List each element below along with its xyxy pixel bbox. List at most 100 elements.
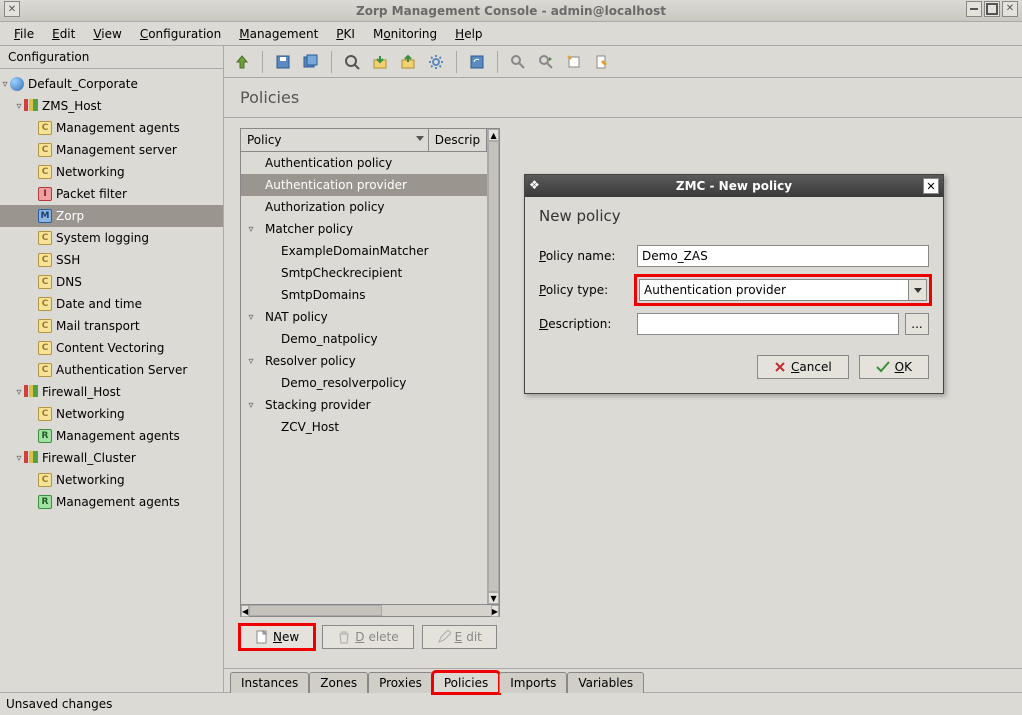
tab-bar: Instances Zones Proxies Policies Imports… bbox=[224, 668, 1022, 692]
settings-icon[interactable] bbox=[424, 50, 448, 74]
policy-item[interactable]: SmtpCheckrecipient bbox=[241, 262, 487, 284]
description-input[interactable] bbox=[637, 313, 899, 335]
module-icon: C bbox=[38, 275, 52, 289]
tree-item[interactable]: CNetworking bbox=[0, 403, 223, 425]
window-menu-icon[interactable] bbox=[4, 1, 20, 17]
wizard-icon[interactable] bbox=[562, 50, 586, 74]
scrollbar-horizontal[interactable]: ◀▶ bbox=[240, 605, 500, 617]
save-all-icon[interactable] bbox=[299, 50, 323, 74]
tab-policies[interactable]: Policies bbox=[433, 672, 499, 693]
description-label: Description: bbox=[539, 317, 631, 331]
policy-group[interactable]: ▿Resolver policy bbox=[241, 350, 487, 372]
menu-monitoring[interactable]: Monitoring bbox=[365, 25, 445, 43]
refresh-icon[interactable] bbox=[465, 50, 489, 74]
tree-item[interactable]: CManagement server bbox=[0, 139, 223, 161]
maximize-icon[interactable] bbox=[984, 1, 1000, 17]
tree-item[interactable]: MZorp bbox=[0, 205, 223, 227]
scrollbar-vertical[interactable]: ▲▼ bbox=[487, 129, 499, 604]
host-icon bbox=[24, 385, 38, 399]
module-icon: C bbox=[38, 165, 52, 179]
find-icon[interactable] bbox=[506, 50, 530, 74]
tree-item[interactable]: CSSH bbox=[0, 249, 223, 271]
page-title: Policies bbox=[224, 78, 1022, 118]
tree-item[interactable]: CNetworking bbox=[0, 161, 223, 183]
policy-name-input[interactable] bbox=[637, 245, 929, 267]
policy-item[interactable]: SmtpDomains bbox=[241, 284, 487, 306]
tree-item[interactable]: CNetworking bbox=[0, 469, 223, 491]
tab-variables[interactable]: Variables bbox=[567, 672, 644, 693]
tree-host[interactable]: ▿Firewall_Host bbox=[0, 381, 223, 403]
policy-item[interactable]: ExampleDomainMatcher bbox=[241, 240, 487, 262]
dialog-close-icon[interactable]: ✕ bbox=[923, 178, 939, 194]
toolbar bbox=[224, 46, 1022, 78]
tab-instances[interactable]: Instances bbox=[230, 672, 309, 693]
edit-page-icon[interactable] bbox=[590, 50, 614, 74]
save-icon[interactable] bbox=[271, 50, 295, 74]
minimize-icon[interactable] bbox=[966, 1, 982, 17]
column-description[interactable]: Descrip bbox=[429, 129, 487, 151]
close-window-icon[interactable] bbox=[1002, 1, 1018, 17]
new-button[interactable]: New bbox=[240, 625, 314, 649]
policy-type-label: Policy type: bbox=[539, 283, 631, 297]
zoom-icon[interactable] bbox=[340, 50, 364, 74]
dialog-titlebar[interactable]: ❖ ZMC - New policy ✕ bbox=[525, 175, 943, 197]
policy-item[interactable]: Demo_resolverpolicy bbox=[241, 372, 487, 394]
menu-view[interactable]: View bbox=[85, 25, 129, 43]
policy-group[interactable]: Authorization policy bbox=[241, 196, 487, 218]
cancel-button[interactable]: Cancel bbox=[757, 355, 849, 379]
tree-item[interactable]: CAuthentication Server bbox=[0, 359, 223, 381]
find-next-icon[interactable] bbox=[534, 50, 558, 74]
description-more-button[interactable]: ... bbox=[905, 313, 929, 335]
tree-item[interactable]: IPacket filter bbox=[0, 183, 223, 205]
menu-file[interactable]: File bbox=[6, 25, 42, 43]
chevron-down-icon[interactable] bbox=[908, 280, 926, 300]
delete-button[interactable]: Delete bbox=[322, 625, 413, 649]
host-icon bbox=[24, 99, 38, 113]
import-icon[interactable] bbox=[368, 50, 392, 74]
tree-root[interactable]: ▿Default_Corporate bbox=[0, 73, 223, 95]
menu-edit[interactable]: Edit bbox=[44, 25, 83, 43]
module-icon: C bbox=[38, 407, 52, 421]
tree-item[interactable]: CDate and time bbox=[0, 293, 223, 315]
policy-group[interactable]: ▿Matcher policy bbox=[241, 218, 487, 240]
sidebar-header: Configuration bbox=[0, 46, 223, 69]
pencil-icon bbox=[437, 630, 451, 644]
window-title: Zorp Management Console - admin@localhos… bbox=[356, 4, 666, 18]
menu-pki[interactable]: PKI bbox=[328, 25, 363, 43]
tree-item[interactable]: CMail transport bbox=[0, 315, 223, 337]
ok-button[interactable]: OK bbox=[859, 355, 929, 379]
tree-item[interactable]: CContent Vectoring bbox=[0, 337, 223, 359]
module-icon: C bbox=[38, 473, 52, 487]
policy-group[interactable]: Authentication provider bbox=[241, 174, 487, 196]
tab-proxies[interactable]: Proxies bbox=[368, 672, 433, 693]
tab-zones[interactable]: Zones bbox=[309, 672, 368, 693]
tree-host[interactable]: ▿ZMS_Host bbox=[0, 95, 223, 117]
edit-button[interactable]: Edit bbox=[422, 625, 497, 649]
status-text: Unsaved changes bbox=[6, 697, 112, 711]
tree-item[interactable]: RManagement agents bbox=[0, 491, 223, 513]
policy-group[interactable]: ▿NAT policy bbox=[241, 306, 487, 328]
menu-help[interactable]: Help bbox=[447, 25, 490, 43]
tree-item[interactable]: CDNS bbox=[0, 271, 223, 293]
tree-item[interactable]: RManagement agents bbox=[0, 425, 223, 447]
module-icon: C bbox=[38, 121, 52, 135]
export-icon[interactable] bbox=[396, 50, 420, 74]
config-tree[interactable]: ▿Default_Corporate▿ZMS_HostCManagement a… bbox=[0, 69, 223, 692]
up-icon[interactable] bbox=[230, 50, 254, 74]
dialog-title: ZMC - New policy bbox=[676, 179, 792, 193]
policy-list[interactable]: Policy Descrip Authentication policyAuth… bbox=[241, 129, 487, 604]
tree-item[interactable]: CManagement agents bbox=[0, 117, 223, 139]
policy-type-combo[interactable]: Authentication provider bbox=[639, 279, 927, 301]
tree-host[interactable]: ▿Firewall_Cluster bbox=[0, 447, 223, 469]
policy-group[interactable]: Authentication policy bbox=[241, 152, 487, 174]
menu-configuration[interactable]: Configuration bbox=[132, 25, 229, 43]
column-policy[interactable]: Policy bbox=[241, 129, 429, 151]
policy-group[interactable]: ▿Stacking provider bbox=[241, 394, 487, 416]
module-icon: C bbox=[38, 253, 52, 267]
tree-item[interactable]: CSystem logging bbox=[0, 227, 223, 249]
window-titlebar: Zorp Management Console - admin@localhos… bbox=[0, 0, 1022, 22]
policy-item[interactable]: Demo_natpolicy bbox=[241, 328, 487, 350]
policy-item[interactable]: ZCV_Host bbox=[241, 416, 487, 438]
menu-management[interactable]: Management bbox=[231, 25, 326, 43]
tab-imports[interactable]: Imports bbox=[499, 672, 567, 693]
